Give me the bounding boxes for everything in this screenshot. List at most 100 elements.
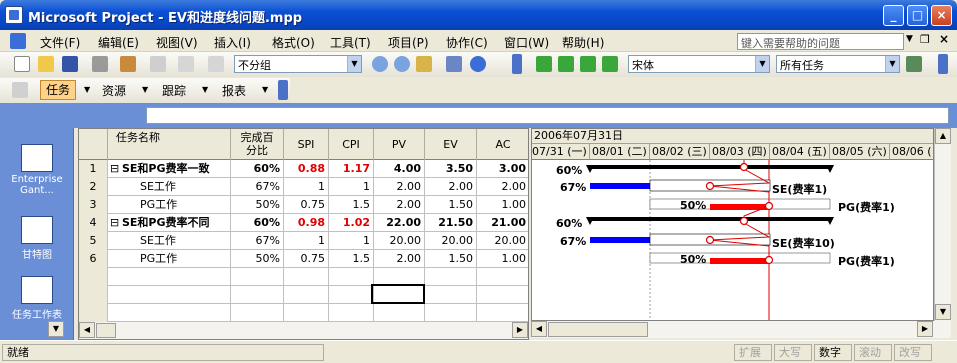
- cell-ac[interactable]: 1.00: [477, 250, 528, 268]
- empty-cell[interactable]: [477, 286, 528, 304]
- split-icon[interactable]: [208, 56, 224, 72]
- chevron-down-icon[interactable]: ▼: [885, 56, 899, 72]
- help-dropdown-icon[interactable]: ▼: [906, 34, 913, 44]
- cell-cpi[interactable]: 1.02: [329, 214, 374, 232]
- empty-cell[interactable]: [231, 268, 284, 286]
- empty-row[interactable]: [79, 268, 528, 286]
- cell-ev[interactable]: 20.00: [425, 232, 477, 250]
- cell-pv[interactable]: 2.00: [374, 178, 425, 196]
- menu-tools[interactable]: 工具(T): [330, 34, 371, 51]
- empty-cell[interactable]: [477, 304, 528, 322]
- gantt-hscrollbar[interactable]: ◀ ▶: [531, 321, 951, 338]
- cell-cpi[interactable]: 1: [329, 178, 374, 196]
- maximize-button[interactable]: □: [907, 5, 928, 26]
- scroll-right-icon[interactable]: [558, 56, 574, 72]
- empty-cell[interactable]: [284, 304, 329, 322]
- chevron-down-icon[interactable]: ▼: [202, 85, 208, 94]
- cell-pv[interactable]: 4.00: [374, 160, 425, 178]
- cell-ev[interactable]: 21.50: [425, 214, 477, 232]
- menu-window[interactable]: 窗口(W): [504, 34, 549, 51]
- chevron-down-icon[interactable]: ▼: [262, 85, 268, 94]
- empty-cell[interactable]: [477, 268, 528, 286]
- autofilter-icon[interactable]: [906, 56, 922, 72]
- empty-cell[interactable]: [425, 304, 477, 322]
- new-icon[interactable]: [14, 56, 30, 72]
- filter-select[interactable]: 所有任务 ▼: [776, 55, 900, 73]
- menu-collaborate[interactable]: 协作(C): [446, 34, 488, 51]
- undo-icon[interactable]: [150, 56, 166, 72]
- restore-doc-icon[interactable]: ❐: [920, 33, 930, 46]
- cell-spi[interactable]: 1: [284, 178, 329, 196]
- empty-cell[interactable]: [79, 304, 108, 322]
- save-icon[interactable]: [62, 56, 78, 72]
- paste-icon[interactable]: [120, 56, 136, 72]
- toolbar-options-icon[interactable]: [278, 80, 288, 100]
- empty-row[interactable]: [79, 286, 528, 304]
- cell-cpi[interactable]: 1.5: [329, 196, 374, 214]
- table-row[interactable]: 5 SE工作 67% 1 1 20.00 20.00 20.00: [79, 232, 528, 250]
- open-icon[interactable]: [38, 56, 54, 72]
- view-gantt[interactable]: 甘特图: [0, 216, 74, 261]
- project-guide-icon[interactable]: [12, 82, 28, 98]
- view-task-sheet[interactable]: 任务工作表: [0, 276, 74, 321]
- cell-cpi[interactable]: 1.17: [329, 160, 374, 178]
- cell-pct[interactable]: 50%: [231, 250, 284, 268]
- cell-cpi[interactable]: 1: [329, 232, 374, 250]
- cell-spi[interactable]: 0.75: [284, 196, 329, 214]
- cell-ev[interactable]: 3.50: [425, 160, 477, 178]
- cell-num[interactable]: 4: [79, 214, 108, 232]
- entry-bar-input[interactable]: [146, 107, 949, 124]
- table-row[interactable]: 1 SE和PG费率一致 ⊟ 60% 0.88 1.17 4.00 3.50 3.00: [79, 160, 528, 178]
- empty-cell[interactable]: [425, 268, 477, 286]
- cell-num[interactable]: 3: [79, 196, 108, 214]
- empty-cell[interactable]: [108, 268, 231, 286]
- zoom-in-icon[interactable]: [372, 56, 388, 72]
- scroll-right-button[interactable]: ▶: [917, 321, 933, 337]
- empty-cell[interactable]: [231, 304, 284, 322]
- copy-picture-icon[interactable]: [446, 56, 462, 72]
- empty-cell[interactable]: [108, 286, 231, 304]
- selected-cell[interactable]: [371, 284, 425, 304]
- cell-pct[interactable]: 67%: [231, 232, 284, 250]
- cell-ac[interactable]: 3.00: [477, 160, 528, 178]
- task-bar-progress[interactable]: [710, 258, 770, 264]
- table-row[interactable]: 6 PG工作 50% 0.75 1.5 2.00 1.50 1.00: [79, 250, 528, 268]
- cell-spi[interactable]: 0.75: [284, 250, 329, 268]
- sheet-hscrollbar[interactable]: ◀ ▶: [79, 322, 528, 339]
- table-row[interactable]: 4 SE和PG费率不同 ⊟ 60% 0.98 1.02 22.00 21.50 21.00: [79, 214, 528, 232]
- menu-edit[interactable]: 编辑(E): [98, 34, 139, 51]
- header-cpi[interactable]: CPI: [329, 129, 374, 160]
- toolbar-options-icon[interactable]: [938, 54, 948, 74]
- collapse-icon[interactable]: ⊟: [110, 214, 119, 231]
- header-percent-complete[interactable]: 完成百分比: [231, 129, 284, 160]
- scroll-up-button[interactable]: ▲: [935, 128, 951, 144]
- cell-ac[interactable]: 20.00: [477, 232, 528, 250]
- scroll-thumb[interactable]: [548, 322, 648, 337]
- cell-num[interactable]: 5: [79, 232, 108, 250]
- zoom-out-icon[interactable]: [394, 56, 410, 72]
- empty-cell[interactable]: [284, 268, 329, 286]
- cell-name[interactable]: SE和PG费率不同: [108, 214, 231, 232]
- cell-pv[interactable]: 2.00: [374, 196, 425, 214]
- table-row[interactable]: 3 PG工作 50% 0.75 1.5 2.00 1.50 1.00: [79, 196, 528, 214]
- cell-spi[interactable]: 0.98: [284, 214, 329, 232]
- tasks-button[interactable]: 任务: [40, 80, 76, 100]
- chevron-down-icon[interactable]: ▼: [755, 56, 769, 72]
- cell-pv[interactable]: 22.00: [374, 214, 425, 232]
- chevron-down-icon[interactable]: ▼: [142, 85, 148, 94]
- cell-pct[interactable]: 67%: [231, 178, 284, 196]
- cell-ac[interactable]: 1.00: [477, 196, 528, 214]
- menu-view[interactable]: 视图(V): [156, 34, 198, 51]
- cell-ac[interactable]: 2.00: [477, 178, 528, 196]
- cell-pv[interactable]: 2.00: [374, 250, 425, 268]
- menu-help[interactable]: 帮助(H): [562, 34, 604, 51]
- resources-button[interactable]: 资源: [102, 82, 126, 99]
- group-select[interactable]: 不分组 ▼: [234, 55, 362, 73]
- cell-ev[interactable]: 2.00: [425, 178, 477, 196]
- cell-name[interactable]: SE工作: [108, 232, 231, 250]
- gantt-vscrollbar[interactable]: ▲ ▼: [934, 128, 951, 321]
- indent-minus-icon[interactable]: [602, 56, 618, 72]
- menu-project[interactable]: 项目(P): [388, 34, 429, 51]
- cell-name[interactable]: PG工作: [108, 196, 231, 214]
- viewbar-scroll-down-button[interactable]: ▼: [48, 321, 64, 337]
